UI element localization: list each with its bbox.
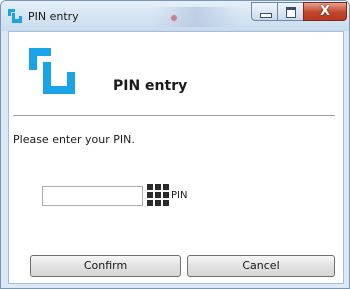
pin-label: PIN: [171, 190, 188, 201]
pin-prompt: Please enter your PIN.: [13, 133, 135, 146]
pin-input[interactable]: [42, 186, 143, 206]
caption-buttons: X: [251, 2, 347, 22]
maximize-button[interactable]: [277, 2, 304, 21]
confirm-button[interactable]: Confirm: [30, 255, 181, 277]
window-title: PIN entry: [28, 10, 79, 23]
title-bar[interactable]: PIN entry X: [1, 1, 349, 31]
header-divider: [13, 115, 335, 116]
minimize-icon: [260, 13, 272, 18]
pin-entry-window: PIN entry X PIN entry Please enter your …: [0, 0, 350, 289]
dialog-body: PIN entry Please enter your PIN. PIN: [8, 31, 344, 284]
app-title-icon: [8, 9, 22, 23]
maximize-icon: [286, 7, 296, 18]
dialog-title: PIN entry: [113, 78, 188, 94]
minimize-button[interactable]: [251, 2, 278, 21]
app-logo-icon: [29, 48, 75, 94]
title-bar-background-blur: [151, 7, 241, 27]
keypad-grid-icon[interactable]: [147, 184, 169, 206]
close-icon: X: [319, 4, 331, 19]
close-button[interactable]: X: [303, 2, 347, 21]
cancel-button[interactable]: Cancel: [187, 255, 335, 277]
